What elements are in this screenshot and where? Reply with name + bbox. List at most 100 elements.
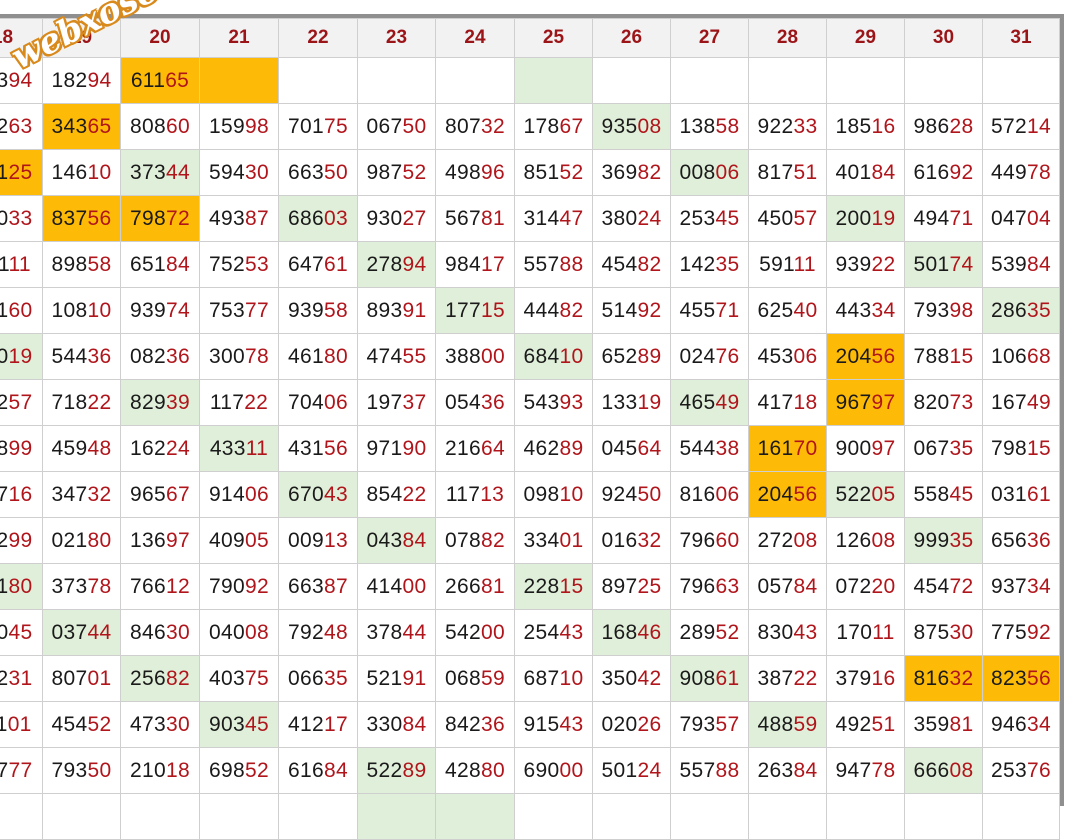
table-row: 7101954436082363007846180474553880068410… (0, 333, 1060, 380)
result-cell: 52191 (357, 655, 436, 702)
number-tail-digits: 80 (480, 758, 505, 782)
result-cell: 35981 (904, 701, 983, 748)
number-head-digits: 557 (523, 252, 560, 276)
result-cell: 06716 (0, 471, 43, 518)
number-head-digits: 753 (209, 298, 245, 322)
number-tail-digits: 35 (323, 666, 348, 690)
result-cell: 10810 (42, 287, 121, 334)
number-head-digits: 567 (445, 206, 481, 230)
number-tail-digits: 10 (87, 298, 112, 322)
number-tail-digits: 50 (323, 160, 348, 184)
result-cell: 45482 (592, 241, 671, 288)
result-cell: 48859 (748, 701, 827, 748)
number-tail-digits: 33 (793, 114, 818, 138)
number-tail-digits: 42 (637, 666, 662, 690)
result-cell: 31447 (514, 195, 593, 242)
number-tail-digits: 06 (715, 160, 740, 184)
number-tail-digits: 35 (949, 436, 974, 460)
number-head-digits: 008 (679, 160, 716, 184)
number-tail-digits: 19 (8, 344, 33, 368)
result-cell: 26681 (435, 563, 515, 610)
number-tail-digits: 80 (323, 344, 348, 368)
number-tail-digits: 36 (1026, 528, 1051, 552)
number-tail-digits: 91 (402, 298, 427, 322)
result-cell: 65289 (592, 333, 671, 380)
number-tail-digits: 01 (559, 528, 584, 552)
result-cell: 18294 (42, 57, 121, 104)
number-tail-digits: 27 (402, 206, 427, 230)
number-tail-digits: 10 (559, 482, 584, 506)
result-cell: 25682 (120, 655, 200, 702)
number-tail-digits: 45 (715, 206, 740, 230)
result-cell: 49251 (826, 701, 905, 748)
number-tail-digits: 15 (480, 298, 505, 322)
table-row: 4226334365808601599870175067508073217867… (0, 103, 1060, 150)
result-cell: 37916 (826, 655, 905, 702)
number-head-digits: 256 (130, 666, 166, 690)
number-tail-digits: 68 (1026, 344, 1051, 368)
number-tail-digits: 63 (715, 574, 740, 598)
number-tail-digits: 34 (1026, 574, 1051, 598)
number-head-digits: 465 (679, 390, 716, 414)
number-tail-digits: 80 (87, 528, 112, 552)
number-head-digits: 798 (130, 206, 166, 230)
day-header-21: 21 (199, 18, 279, 58)
number-tail-digits: 87 (244, 206, 269, 230)
number-tail-digits: 13 (480, 482, 505, 506)
number-head-digits: 387 (757, 666, 794, 690)
number-head-digits: 987 (366, 160, 403, 184)
result-cell: 69852 (199, 747, 279, 794)
number-tail-digits: 52 (244, 758, 269, 782)
number-head-digits: 185 (835, 114, 872, 138)
number-head-digits: 946 (991, 712, 1027, 736)
number-tail-digits: 15 (1026, 436, 1051, 460)
result-cell: 49471 (904, 195, 983, 242)
result-cell: 02476 (670, 333, 749, 380)
number-tail-digits: 84 (793, 574, 818, 598)
result-cell: 28952 (670, 609, 749, 656)
result-cell: 16846 (592, 609, 671, 656)
number-tail-digits: 82 (559, 298, 584, 322)
result-cell (748, 57, 827, 104)
number-head-digits: 798 (991, 436, 1027, 460)
number-head-digits: 379 (835, 666, 872, 690)
number-tail-digits: 76 (1026, 758, 1051, 782)
number-tail-digits: 84 (165, 252, 190, 276)
number-tail-digits: 78 (87, 574, 112, 598)
result-cell: 44482 (514, 287, 593, 334)
result-cell: 84630 (120, 609, 200, 656)
number-head-digits: 967 (835, 390, 872, 414)
number-tail-digits: 94 (87, 68, 112, 92)
number-head-digits: 216 (445, 436, 481, 460)
result-cell: 82073 (904, 379, 983, 426)
result-cell: 08236 (120, 333, 200, 380)
number-tail-digits: 06 (244, 482, 269, 506)
result-cell: 96567 (120, 471, 200, 518)
number-tail-digits: 56 (1026, 666, 1051, 690)
result-cell: 15998 (199, 103, 279, 150)
number-tail-digits: 78 (244, 344, 269, 368)
table-row: 5103383756798724938768603930275678131447… (0, 195, 1060, 242)
result-cell (435, 57, 515, 104)
number-head-digits: 253 (679, 206, 716, 230)
number-head-digits: 200 (835, 206, 872, 230)
result-cell (278, 793, 358, 840)
number-head-digits: 625 (757, 298, 794, 322)
number-head-digits: 072 (835, 574, 872, 598)
number-tail-digits: 52 (559, 160, 584, 184)
result-cell: 17715 (435, 287, 515, 334)
number-head-digits: 591 (759, 252, 794, 276)
number-tail-digits: 30 (165, 620, 190, 644)
result-cell: 14610 (42, 149, 121, 196)
result-cell (120, 793, 200, 840)
number-tail-digits: 71 (715, 298, 740, 322)
result-cell: 49896 (435, 149, 515, 196)
number-tail-digits: 59 (480, 666, 505, 690)
result-cell: 83043 (748, 609, 827, 656)
result-cell: 12608 (826, 517, 905, 564)
number-tail-digits: 65 (87, 114, 112, 138)
result-cell: 30078 (199, 333, 279, 380)
number-tail-digits: 37 (402, 390, 427, 414)
number-head-digits: 544 (679, 436, 716, 460)
result-cell: 38024 (592, 195, 671, 242)
